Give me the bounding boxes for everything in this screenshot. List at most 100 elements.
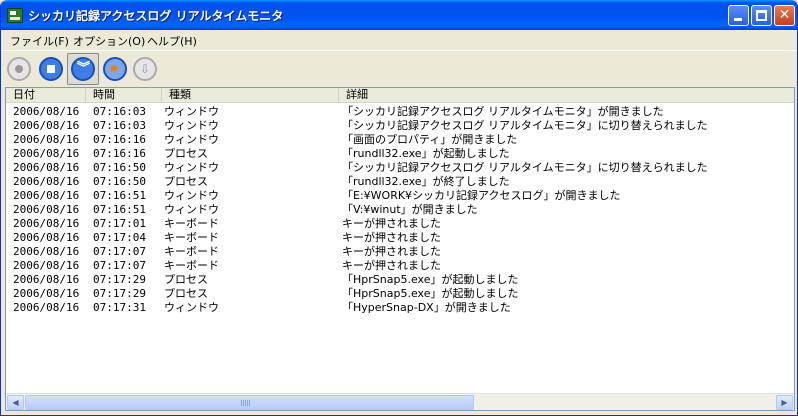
cell-type: ウィンドウ bbox=[164, 161, 219, 174]
cell-detail: 「HyperSnap-DX」が開きました bbox=[342, 301, 511, 314]
cell-detail: 「シッカリ記録アクセスログ リアルタイムモニタ」に切り替えられました bbox=[342, 161, 708, 174]
cell-type: キーボード bbox=[164, 259, 219, 272]
cell-time: 07:16:16 bbox=[93, 133, 146, 146]
cell-date: 2006/08/16 bbox=[13, 175, 80, 188]
cell-type: ウィンドウ bbox=[164, 301, 219, 314]
table-row[interactable]: 2006/08/16 07:17:01 キーボード キーが押されました bbox=[6, 217, 794, 231]
cell-time: 07:16:03 bbox=[93, 119, 146, 132]
cell-type: プロセス bbox=[164, 147, 208, 160]
table-row[interactable]: 2006/08/16 07:17:07 キーボード キーが押されました bbox=[6, 245, 794, 259]
table-row[interactable]: 2006/08/16 07:16:03 ウィンドウ 「シッカリ記録アクセスログ リアル… bbox=[6, 105, 794, 119]
log-rows: 2006/08/16 07:16:03 ウィンドウ 「シッカリ記録アクセスログ リアル… bbox=[6, 105, 794, 395]
cell-detail: キーが押されました bbox=[342, 231, 441, 244]
clear-icon: ✸ bbox=[103, 57, 127, 81]
clear-button[interactable]: ✸ bbox=[101, 55, 129, 83]
table-row[interactable]: 2006/08/16 07:17:04 キーボード キーが押されました bbox=[6, 231, 794, 245]
app-icon[interactable] bbox=[7, 8, 23, 23]
cell-time: 07:16:50 bbox=[93, 175, 146, 188]
cell-date: 2006/08/16 bbox=[13, 189, 80, 202]
cell-type: プロセス bbox=[164, 273, 208, 286]
cell-type: ウィンドウ bbox=[164, 119, 219, 132]
cell-detail: 「シッカリ記録アクセスログ リアルタイムモニタ」に切り替えられました bbox=[342, 119, 708, 132]
cell-date: 2006/08/16 bbox=[13, 231, 80, 244]
window-title: シッカリ記録アクセスログ リアルタイムモニタ bbox=[28, 9, 284, 23]
cell-time: 07:17:01 bbox=[93, 217, 146, 230]
cell-date: 2006/08/16 bbox=[13, 259, 80, 272]
cell-detail: 「HprSnap5.exe」が起動しました bbox=[342, 273, 519, 286]
cell-time: 07:16:50 bbox=[93, 161, 146, 174]
minimize-button[interactable] bbox=[728, 5, 749, 26]
cell-time: 07:16:03 bbox=[93, 105, 146, 118]
cell-detail: 「rundll32.exe」が終了しました bbox=[342, 175, 510, 188]
cell-detail: 「シッカリ記録アクセスログ リアルタイムモニタ」が開きました bbox=[342, 105, 664, 118]
cell-time: 07:17:31 bbox=[93, 301, 146, 314]
cell-detail: キーが押されました bbox=[342, 217, 441, 230]
toolbar: ︾ ✸ ⇩ bbox=[1, 50, 797, 86]
scroll-right-button[interactable]: ▶ bbox=[776, 395, 793, 410]
cell-time: 07:16:16 bbox=[93, 147, 146, 160]
record-icon bbox=[7, 57, 31, 81]
cell-type: ウィンドウ bbox=[164, 189, 219, 202]
table-row[interactable]: 2006/08/16 07:16:16 ウィンドウ 「画面のプロパティ」が開きました bbox=[6, 133, 794, 147]
cell-time: 07:16:51 bbox=[93, 189, 146, 202]
cell-time: 07:16:51 bbox=[93, 203, 146, 216]
cell-time: 07:17:07 bbox=[93, 259, 146, 272]
menu-file[interactable]: ファイル(F) bbox=[10, 33, 69, 49]
close-icon: ✕ bbox=[778, 7, 791, 23]
cell-date: 2006/08/16 bbox=[13, 301, 80, 314]
column-header-type[interactable]: 種類 bbox=[162, 88, 339, 103]
table-row[interactable]: 2006/08/16 07:17:07 キーボード キーが押されました bbox=[6, 259, 794, 273]
cell-date: 2006/08/16 bbox=[13, 119, 80, 132]
table-row[interactable]: 2006/08/16 07:16:03 ウィンドウ 「シッカリ記録アクセスログ リアル… bbox=[6, 119, 794, 133]
table-row[interactable]: 2006/08/16 07:17:29 プロセス 「HprSnap5.exe」が起動し… bbox=[6, 287, 794, 301]
cell-date: 2006/08/16 bbox=[13, 245, 80, 258]
download-icon: ⇩ bbox=[133, 57, 157, 81]
cell-type: ウィンドウ bbox=[164, 133, 219, 146]
table-row[interactable]: 2006/08/16 07:16:50 プロセス 「rundll32.exe」が終了し… bbox=[6, 175, 794, 189]
cell-time: 07:17:07 bbox=[93, 245, 146, 258]
cell-type: キーボード bbox=[164, 245, 219, 258]
cell-date: 2006/08/16 bbox=[13, 161, 80, 174]
scroll-left-button[interactable]: ◀ bbox=[7, 395, 24, 410]
column-header-time[interactable]: 時間 bbox=[86, 88, 162, 103]
download-button[interactable]: ⇩ bbox=[131, 55, 159, 83]
cell-time: 07:17:04 bbox=[93, 231, 146, 244]
log-list[interactable]: 日付 時間 種類 詳細 2006/08/16 07:16:03 ウィンドウ 「シッカリ… bbox=[5, 87, 795, 411]
table-row[interactable]: 2006/08/16 07:17:29 プロセス 「HprSnap5.exe」が起動し… bbox=[6, 273, 794, 287]
horizontal-scrollbar[interactable]: ◀ ▶ bbox=[6, 393, 794, 410]
menu-options[interactable]: オプション(O) bbox=[73, 33, 145, 49]
table-row[interactable]: 2006/08/16 07:17:31 ウィンドウ 「HyperSnap-DX」が開き… bbox=[6, 301, 794, 315]
maximize-button[interactable] bbox=[751, 5, 772, 26]
minimize-icon bbox=[734, 18, 742, 21]
cell-detail: 「V:¥winut」が開きました bbox=[342, 203, 478, 216]
menu-help[interactable]: ヘルプ(H) bbox=[147, 33, 197, 49]
stop-button[interactable] bbox=[37, 55, 65, 83]
cell-type: ウィンドウ bbox=[164, 203, 219, 216]
cell-date: 2006/08/16 bbox=[13, 287, 80, 300]
maximize-icon bbox=[756, 10, 767, 21]
cell-date: 2006/08/16 bbox=[13, 217, 80, 230]
record-button[interactable] bbox=[5, 55, 33, 83]
cell-detail: 「HprSnap5.exe」が起動しました bbox=[342, 287, 519, 300]
table-row[interactable]: 2006/08/16 07:16:16 プロセス 「rundll32.exe」が起動し… bbox=[6, 147, 794, 161]
table-row[interactable]: 2006/08/16 07:16:50 ウィンドウ 「シッカリ記録アクセスログ リアル… bbox=[6, 161, 794, 175]
close-button[interactable]: ✕ bbox=[774, 5, 795, 26]
cell-time: 07:17:29 bbox=[93, 273, 146, 286]
cell-date: 2006/08/16 bbox=[13, 105, 80, 118]
table-row[interactable]: 2006/08/16 07:16:51 ウィンドウ 「E:¥WORK¥シッカリ記録アク… bbox=[6, 189, 794, 203]
list-header: 日付 時間 種類 詳細 bbox=[6, 88, 794, 103]
cell-detail: 「画面のプロパティ」が開きました bbox=[342, 133, 518, 146]
autoscroll-icon: ︾ bbox=[71, 57, 95, 81]
table-row[interactable]: 2006/08/16 07:16:51 ウィンドウ 「V:¥winut」が開きました bbox=[6, 203, 794, 217]
column-header-date[interactable]: 日付 bbox=[6, 88, 86, 103]
cell-type: プロセス bbox=[164, 287, 208, 300]
cell-detail: キーが押されました bbox=[342, 245, 441, 258]
cell-type: キーボード bbox=[164, 231, 219, 244]
autoscroll-button[interactable]: ︾ bbox=[67, 53, 99, 85]
scroll-thumb[interactable] bbox=[25, 395, 474, 410]
cell-detail: 「E:¥WORK¥シッカリ記録アクセスログ」が開きました bbox=[342, 189, 621, 202]
column-header-detail[interactable]: 詳細 bbox=[339, 88, 794, 103]
cell-detail: 「rundll32.exe」が起動しました bbox=[342, 147, 510, 160]
title-bar[interactable]: シッカリ記録アクセスログ リアルタイムモニタ ✕ bbox=[1, 0, 797, 30]
cell-date: 2006/08/16 bbox=[13, 273, 80, 286]
